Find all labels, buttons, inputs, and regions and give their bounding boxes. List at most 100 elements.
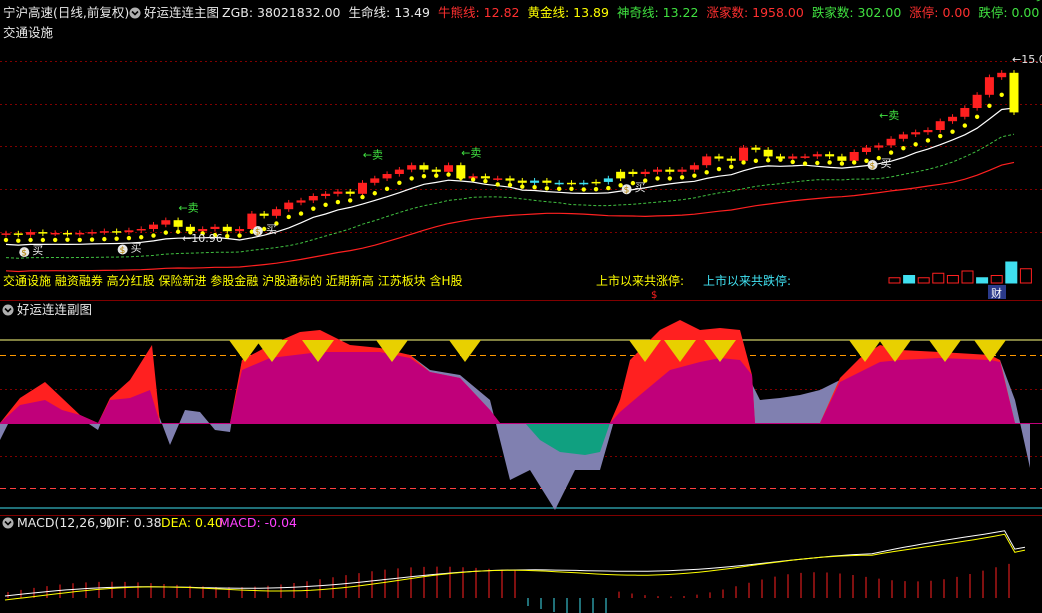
low-price-label: ←10.96: [182, 232, 223, 245]
golden-dot: [397, 180, 402, 185]
candle-body: [333, 191, 343, 194]
golden-dot: [962, 123, 968, 128]
chevron-down-icon[interactable]: [129, 7, 141, 19]
candle-body: [357, 182, 367, 194]
candle-body: [38, 232, 48, 234]
money-bag-symbol: $: [255, 228, 261, 238]
golden-dot: [999, 92, 1004, 98]
golden-dot: [16, 238, 21, 243]
readout-0: ZGB: 38021832.00: [222, 5, 341, 20]
candle-body: [665, 169, 675, 172]
golden-dot: [28, 237, 33, 243]
candle-body: [653, 169, 663, 172]
golden-dot: [544, 186, 550, 191]
limit-bar: [1005, 261, 1018, 284]
chevron-down-icon[interactable]: [2, 517, 14, 529]
candle-body: [874, 145, 884, 148]
golden-dot: [421, 174, 427, 179]
money-bag-symbol: $: [624, 186, 630, 196]
candle-body: [112, 231, 122, 233]
golden-dot: [606, 185, 611, 191]
candle-body: [284, 202, 294, 210]
golden-dot: [298, 211, 304, 216]
candle-body: [161, 220, 171, 225]
magic-line: [5, 133, 1015, 259]
candle-body: [136, 229, 146, 231]
candle-body: [370, 178, 380, 183]
s-marker: $: [651, 290, 657, 301]
limit-bar: [990, 275, 1003, 284]
golden-dot: [89, 237, 95, 242]
golden-dot: [556, 186, 562, 192]
golden-dot: [360, 194, 365, 200]
golden-dot: [446, 172, 451, 177]
macd-value-label: MACD: -0.04: [219, 515, 297, 530]
golden-dot: [237, 233, 242, 238]
sell-signal: ←卖: [1027, 0, 1042, 3]
limit-up-label: 上市以来共涨停:: [596, 273, 684, 288]
golden-dot: [692, 173, 697, 178]
stock-title[interactable]: 宁沪高速: [3, 5, 54, 20]
candle-body: [948, 116, 958, 122]
golden-dot: [77, 237, 82, 243]
golden-dot: [581, 187, 586, 192]
finance-badge-label: 财: [991, 286, 1002, 300]
golden-dot: [827, 160, 832, 165]
candle-body: [972, 94, 982, 108]
candle-body: [431, 169, 441, 172]
candle-body: [530, 180, 540, 183]
candle-body: [480, 176, 490, 179]
period-mode[interactable]: (日线,前复权): [53, 5, 129, 20]
golden-dot: [790, 159, 795, 165]
candle-body: [1009, 72, 1019, 113]
golden-dot: [839, 161, 845, 166]
golden-dot: [151, 233, 156, 238]
formula-name[interactable]: 好运连连主图: [144, 5, 219, 20]
candle-body: [702, 156, 712, 166]
money-bag-symbol: $: [21, 249, 27, 259]
golden-dot: [913, 142, 918, 147]
candle-body: [124, 230, 134, 233]
buy-signal: 买: [635, 181, 646, 194]
money-bag-symbol: $: [869, 162, 875, 172]
golden-dot: [950, 129, 955, 134]
readout-5: 涨家数: 1958.00: [706, 5, 803, 20]
golden-dot: [532, 185, 537, 190]
golden-dot: [507, 182, 513, 188]
readout-7: 涨停: 0.00: [909, 5, 970, 20]
candle-body: [800, 156, 810, 158]
golden-dot: [458, 175, 464, 181]
candle-body: [616, 171, 626, 179]
candle-body: [714, 156, 724, 159]
golden-dot: [372, 191, 377, 196]
golden-dot: [347, 198, 353, 203]
sell-signal: ←卖: [363, 149, 383, 162]
candle-body: [554, 182, 564, 185]
candle-body: [677, 169, 687, 172]
golden-dot: [495, 182, 500, 187]
candle-body: [689, 165, 699, 170]
golden-dot: [888, 150, 894, 155]
candle-body: [149, 224, 159, 229]
candle-body: [50, 232, 60, 235]
candlesticks: [1, 70, 1019, 238]
candle-body: [382, 174, 392, 179]
golden-dot: [335, 199, 341, 205]
golden-dot: [323, 202, 328, 207]
main-header: 宁沪高速 (日线,前复权) 好运连连主图 ZGB: 38021832.00 生命线…: [3, 5, 1039, 20]
macd-title: MACD(12,26,9): [17, 515, 112, 530]
readout-4: 神奇线: 13.22: [617, 5, 698, 20]
golden-dot: [815, 160, 820, 166]
indicator-readouts: ZGB: 38021832.00 生命线: 13.49 牛熊线: 12.82 黄金线:…: [222, 5, 1039, 20]
triangle-marker: [449, 340, 481, 362]
chevron-down-icon[interactable]: [2, 304, 14, 316]
limit-bar: [903, 275, 916, 284]
candle-body: [935, 121, 945, 130]
golden-dot: [52, 237, 58, 243]
buy-signal: 买: [32, 244, 43, 257]
candle-body: [259, 213, 269, 216]
golden-dot: [520, 184, 525, 189]
trade-signals: ←卖 ←卖 ←卖 ←卖 ←卖 $ 买 $ 买 $ 买 $ 买 $ 买: [19, 0, 1042, 259]
readout-2: 牛熊线: 12.82: [438, 5, 519, 20]
golden-dot: [655, 176, 660, 181]
